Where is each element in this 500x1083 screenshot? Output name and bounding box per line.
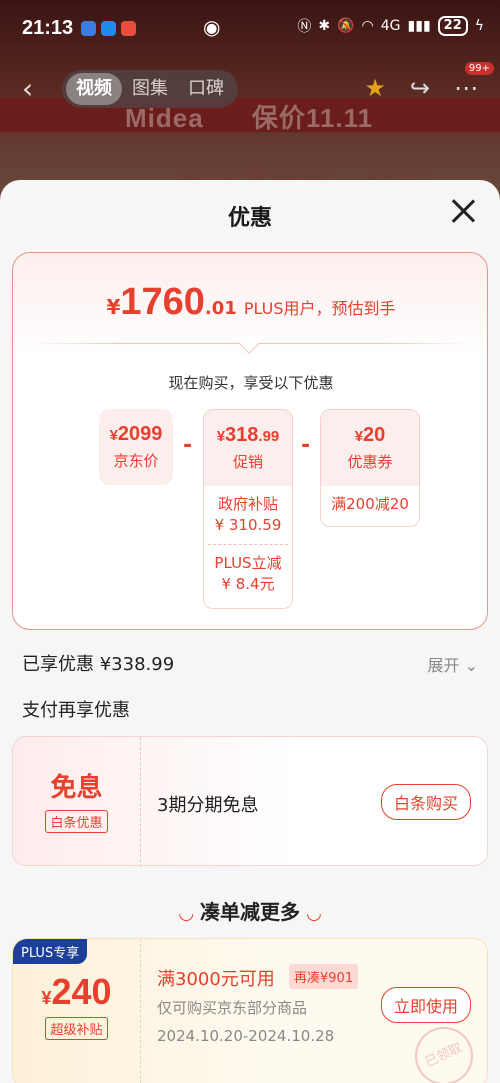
promo-item-title: 政府补贴 <box>217 495 278 513</box>
expand-label: 展开 <box>427 656 460 675</box>
super-subsidy-tag: 超级补贴 <box>45 1017 108 1040</box>
plus-coupon-remaining-tag: 再凑¥901 <box>289 964 359 989</box>
smile-icon: ◡ <box>306 903 321 924</box>
plus-exclusive-badge: PLUS专享 <box>13 939 88 964</box>
plus-coupon-value: 240 <box>51 971 112 1012</box>
tab-video[interactable]: 视频 <box>66 73 122 105</box>
claimed-stamp: 已领取 <box>405 1017 483 1083</box>
installment-description: 3期分期免息 <box>157 795 259 816</box>
top-nav: ‹ 视频 图集 口碑 ★ ↪ ⋯ 99+ <box>0 62 500 114</box>
currency-symbol: ¥ <box>109 427 118 444</box>
eye-icon: ◉ <box>203 15 221 39</box>
plus-coupon-card: ¥240 超级补贴 PLUS专享 满3000元可用 再凑¥901 仅可购买京东部… <box>12 938 488 1083</box>
promo-label: 促销 <box>232 453 263 471</box>
plus-coupon-date: 2024.10.20-2024.10.28 <box>157 1027 335 1045</box>
now-buy-text: 现在购买，享受以下优惠 <box>168 374 334 392</box>
status-bar: 21:13 ◉ Ⓝ ✱ 🔕 ◠ 4G ▮▮▮ 22 ϟ <box>0 0 500 56</box>
battery-icon: 22 <box>437 16 468 36</box>
use-now-button[interactable]: 立即使用 <box>380 987 471 1023</box>
interest-free-headline: 免息 <box>50 773 103 803</box>
media-tabs: 视频 图集 口碑 <box>62 70 238 108</box>
divider-notch <box>239 334 259 354</box>
promo-item-title: PLUS立减 <box>214 554 282 572</box>
jd-price-amount: 2099 <box>117 423 163 445</box>
installment-card: 免息 白条优惠 3期分期免息 白条购买 <box>12 736 488 867</box>
wifi-icon: ◠ <box>361 18 374 34</box>
estimated-price: ¥1760.01 PLUS用户，预估到手 <box>13 281 489 324</box>
close-icon[interactable] <box>450 198 476 224</box>
bluetooth-icon: ✱ <box>318 18 331 34</box>
nfc-icon: Ⓝ <box>297 19 312 35</box>
tab-reviews[interactable]: 口碑 <box>178 73 234 105</box>
favorite-star-icon[interactable]: ★ <box>364 74 386 102</box>
tab-gallery[interactable]: 图集 <box>122 73 178 105</box>
network-label: 4G <box>380 18 401 34</box>
charging-icon: ϟ <box>474 18 484 34</box>
app-notification-icon <box>101 20 117 36</box>
plus-coupon-condition: 满3000元可用 <box>157 969 275 990</box>
status-time: 21:13 <box>22 16 74 39</box>
notification-badge: 99+ <box>464 62 494 75</box>
currency-symbol: ¥ <box>106 295 121 319</box>
coupon-item: 满200减20 <box>321 486 419 523</box>
smile-icon: ◡ <box>179 903 194 924</box>
currency-symbol: ¥ <box>216 428 226 445</box>
promo-item-subsidy: 政府补贴 ¥ 310.59 <box>204 486 292 544</box>
minus-sign: - <box>183 433 193 458</box>
more-section-title: ◡ 凑单减更多 ◡ <box>0 896 500 925</box>
enjoyed-discount: 已享优惠 ¥338.99 <box>22 654 175 675</box>
promo-item-value: ¥ 8.4元 <box>221 575 275 593</box>
share-icon[interactable]: ↪ <box>410 74 430 102</box>
currency-symbol: ¥ <box>41 988 52 1008</box>
discount-sheet: 优惠 ¥1760.01 PLUS用户，预估到手 现在购买，享受以下优惠 ¥209… <box>0 180 500 1083</box>
baitiao-tag: 白条优惠 <box>45 810 108 833</box>
price-breakdown-card: ¥1760.01 PLUS用户，预估到手 现在购买，享受以下优惠 ¥2099 京… <box>12 252 488 630</box>
promo-amount-decimal: .99 <box>258 428 280 445</box>
promo-item-plus: PLUS立减 ¥ 8.4元 <box>204 545 292 603</box>
expand-toggle[interactable]: 展开 ⌄ <box>427 652 478 676</box>
chevron-down-icon: ⌄ <box>464 656 478 675</box>
estimate-decimal: .01 <box>204 298 237 319</box>
installment-left: 免息 白条优惠 <box>13 737 141 867</box>
sheet-title: 优惠 <box>227 206 272 231</box>
minus-sign: - <box>301 433 311 458</box>
app-notification-icon <box>121 20 137 36</box>
status-indicators: Ⓝ ✱ 🔕 ◠ 4G ▮▮▮ 22 ϟ <box>297 16 484 36</box>
jd-price-label: 京东价 <box>113 452 159 470</box>
back-icon[interactable]: ‹ <box>22 72 33 105</box>
coupon-amount: 20 <box>363 424 386 446</box>
mute-icon: 🔕 <box>337 18 355 34</box>
currency-symbol: ¥ <box>354 428 364 445</box>
more-section-label: 凑单减更多 <box>200 900 300 924</box>
baitiao-buy-button[interactable]: 白条购买 <box>380 784 471 820</box>
pay-section-title: 支付再享优惠 <box>22 700 130 721</box>
signal-icon: ▮▮▮ <box>407 18 431 34</box>
status-app-icons <box>81 20 137 36</box>
jd-price-box: ¥2099 京东价 <box>99 409 173 485</box>
plus-coupon-scope: 仅可购买京东部分商品 <box>157 999 308 1017</box>
estimate-label: PLUS用户，预估到手 <box>243 299 396 318</box>
promo-box: ¥318.99 促销 政府补贴 ¥ 310.59 PLUS立减 ¥ 8.4元 <box>203 409 293 609</box>
promo-item-value: ¥ 310.59 <box>214 516 282 534</box>
coupon-box: ¥20 优惠券 满200减20 <box>320 409 420 527</box>
promo-amount: 318 <box>225 424 259 446</box>
nav-actions: ★ ↪ ⋯ <box>364 74 478 102</box>
coupon-label: 优惠券 <box>347 453 393 471</box>
estimate-integer: 1760 <box>120 281 205 323</box>
app-notification-icon <box>81 20 97 36</box>
more-icon[interactable]: ⋯ <box>454 74 478 102</box>
coupon-item-title: 满200减20 <box>331 495 409 513</box>
plus-coupon-amount: ¥240 <box>13 971 140 1013</box>
